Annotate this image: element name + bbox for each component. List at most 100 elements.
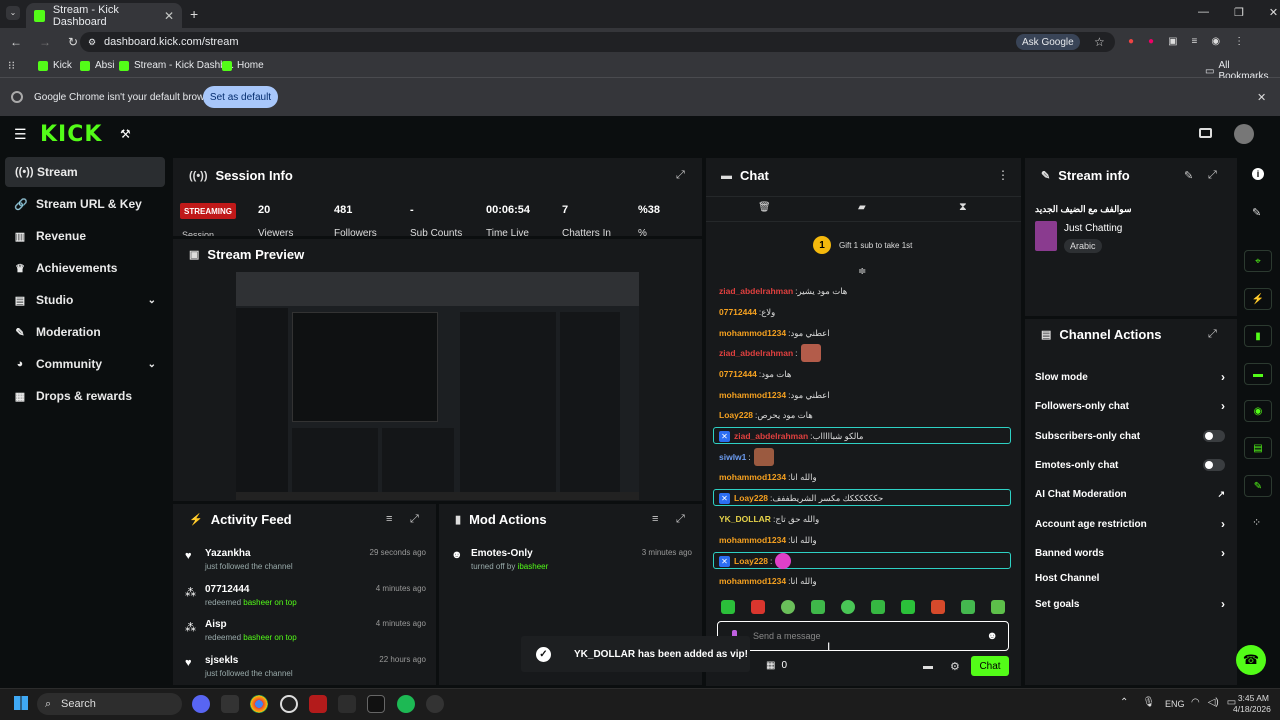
new-tab-icon[interactable]: +	[190, 6, 198, 22]
menu-icon[interactable]: ⋮	[1234, 36, 1244, 47]
trash-icon[interactable]: 🗑	[758, 202, 771, 213]
reload-icon[interactable]: ↻	[68, 35, 78, 49]
sidebar-item-studio[interactable]: ▤ Studio ⌄	[0, 285, 170, 315]
sidebar-item-stream-url[interactable]: 🔗 Stream URL & Key	[0, 189, 170, 219]
bookmark-star-icon[interactable]: ☆	[1094, 35, 1105, 49]
system-tray[interactable]: ◠ ◁) ▭	[1191, 697, 1236, 708]
emote-icon[interactable]	[871, 600, 885, 614]
nav-buttons[interactable]: ← → ↻	[10, 35, 78, 49]
emoji-picker-icon[interactable]: ☻	[986, 630, 998, 642]
sidebar-item-moderation[interactable]: ✎ Moderation	[0, 317, 170, 347]
close-infobar-icon[interactable]: ✕	[1257, 91, 1266, 104]
microphone-icon[interactable]: 🎙	[1142, 697, 1155, 708]
bookmark-absi[interactable]: Absi	[80, 60, 114, 71]
filter-icon[interactable]: ≡	[652, 513, 658, 525]
chat-message[interactable]: ✕ Loay228:	[719, 553, 792, 569]
rail-clipboard-icon[interactable]: ▮	[1244, 325, 1272, 347]
pencil-icon[interactable]: ✎	[1252, 206, 1261, 219]
chat-username[interactable]: Loay228	[734, 556, 768, 566]
minimize-icon[interactable]: —	[1198, 6, 1209, 19]
maximize-icon[interactable]: ❐	[1234, 6, 1244, 19]
action-followers-only[interactable]: Followers-only chat ›	[1035, 398, 1225, 414]
emote-icon[interactable]	[991, 600, 1005, 614]
action-host-channel[interactable]: Host Channel	[1035, 570, 1225, 586]
chat-message[interactable]: ✕ ziad_abdelrahman: مالكو شباااااب	[719, 428, 863, 444]
taskbar-search[interactable]: ⌕ Search	[37, 693, 182, 715]
chat-username[interactable]: 07712444	[719, 307, 757, 317]
rail-wrench-icon[interactable]: ✎	[1244, 475, 1272, 497]
set-default-button[interactable]: Set as default	[203, 86, 278, 108]
bookmark-kick[interactable]: Kick	[38, 60, 72, 71]
expand-icon[interactable]: ⤢	[676, 513, 685, 526]
kick-logo[interactable]: KICK	[40, 122, 102, 147]
spotify-icon[interactable]	[397, 695, 415, 713]
emote-icon[interactable]	[961, 600, 975, 614]
extension-icon[interactable]: ●	[1128, 36, 1134, 47]
chat-menu-icon[interactable]: ⋮	[997, 168, 1009, 182]
chat-username[interactable]: mohammod1234	[719, 390, 786, 400]
chat-message[interactable]: ✕ Loay228: حككككككك مكسر الشريطففف	[719, 490, 883, 506]
chat-message-input[interactable]: Send a message ☻	[717, 621, 1009, 651]
chat-message[interactable]: mohammod1234: والله انا	[719, 469, 817, 485]
windows-start-icon[interactable]	[14, 696, 28, 710]
chat-username[interactable]: siwlw1	[719, 452, 746, 462]
creator-tools-icon[interactable]: ⚒	[120, 127, 131, 141]
hourglass-icon[interactable]: ⧗	[959, 201, 967, 214]
emote-icon[interactable]	[901, 600, 915, 614]
tray-icons[interactable]: ⌃ 🎙	[1120, 697, 1155, 708]
chrome-taskbar-icon[interactable]	[250, 695, 268, 713]
puzzle-icon[interactable]: ▣	[1168, 36, 1177, 47]
emotes-only-toggle[interactable]	[1203, 459, 1225, 471]
address-bar[interactable]: ⚙ dashboard.kick.com/stream	[80, 32, 1115, 52]
edit-icon[interactable]: ✎	[1184, 169, 1193, 182]
chat-username[interactable]: Loay228	[734, 493, 768, 503]
rail-list-icon[interactable]: ▤	[1244, 437, 1272, 459]
emote-icon[interactable]	[751, 600, 765, 614]
expand-icon[interactable]: ⤢	[410, 513, 419, 526]
sidebar-item-community[interactable]: ◕ Community ⌄	[0, 349, 170, 379]
chevron-up-icon[interactable]: ⌃	[1120, 697, 1128, 708]
chat-message[interactable]: ziad_abdelrahman: هات مود يشير	[719, 283, 847, 299]
clock[interactable]: 3:45 AM 4/18/2026	[1233, 693, 1271, 715]
chat-message[interactable]: siwlw1:	[719, 448, 774, 466]
obs-icon[interactable]	[280, 695, 298, 713]
terminal-icon[interactable]	[338, 695, 356, 713]
forward-icon[interactable]: →	[39, 35, 51, 49]
close-window-icon[interactable]: ✕	[1269, 6, 1278, 19]
action-account-age[interactable]: Account age restriction ›	[1035, 516, 1225, 532]
app-icon[interactable]	[221, 695, 239, 713]
chat-username[interactable]: Loay228	[719, 410, 753, 420]
chat-message[interactable]: ziad_abdelrahman:	[719, 344, 821, 362]
sidebar-item-revenue[interactable]: ▥ Revenue	[0, 221, 170, 251]
chat-username[interactable]: ziad_abdelrahman	[719, 348, 793, 358]
app-icon[interactable]	[309, 695, 327, 713]
support-chat-icon[interactable]: ☎	[1236, 645, 1266, 675]
chat-username[interactable]: 07712444	[719, 369, 757, 379]
chat-message[interactable]: mohammod1234: اعطني مود	[719, 387, 830, 403]
chat-username[interactable]: ziad_abdelrahman	[734, 431, 808, 441]
app-icon[interactable]	[426, 695, 444, 713]
rail-focus-icon[interactable]: ⌖	[1244, 250, 1272, 272]
chat-username[interactable]: mohammod1234	[719, 328, 786, 338]
info-icon[interactable]: i	[1252, 168, 1264, 180]
tab-search-icon[interactable]: ⌄	[6, 6, 20, 20]
expand-icon[interactable]: ⤢	[1208, 169, 1217, 182]
back-icon[interactable]: ←	[10, 35, 22, 49]
capcut-icon[interactable]	[367, 695, 385, 713]
subscribers-only-toggle[interactable]	[1203, 430, 1225, 442]
hamburger-menu-icon[interactable]: ☰	[14, 126, 27, 143]
send-chat-button[interactable]: Chat	[971, 656, 1009, 676]
sidebar-item-drops[interactable]: ▦ Drops & rewards	[0, 381, 170, 411]
bookmark-home[interactable]: Home	[222, 60, 264, 71]
action-set-goals[interactable]: Set goals ›	[1035, 596, 1225, 612]
wifi-icon[interactable]: ◠	[1191, 697, 1200, 708]
chat-message[interactable]: mohammod1234: والله انا	[719, 532, 817, 548]
action-slow-mode[interactable]: Slow mode ›	[1035, 369, 1225, 385]
rail-more-icon[interactable]: ⁘	[1252, 516, 1261, 529]
stream-preview-video[interactable]	[236, 272, 639, 500]
chat-message[interactable]: mohammod1234: والله انا	[719, 573, 817, 589]
pinned-expand-icon[interactable]: ≑	[858, 266, 866, 277]
chat-message[interactable]: 07712444: ولاع	[719, 304, 775, 320]
chat-username[interactable]: mohammod1234	[719, 576, 786, 586]
apps-icon[interactable]: ⁝⁝	[8, 59, 15, 72]
